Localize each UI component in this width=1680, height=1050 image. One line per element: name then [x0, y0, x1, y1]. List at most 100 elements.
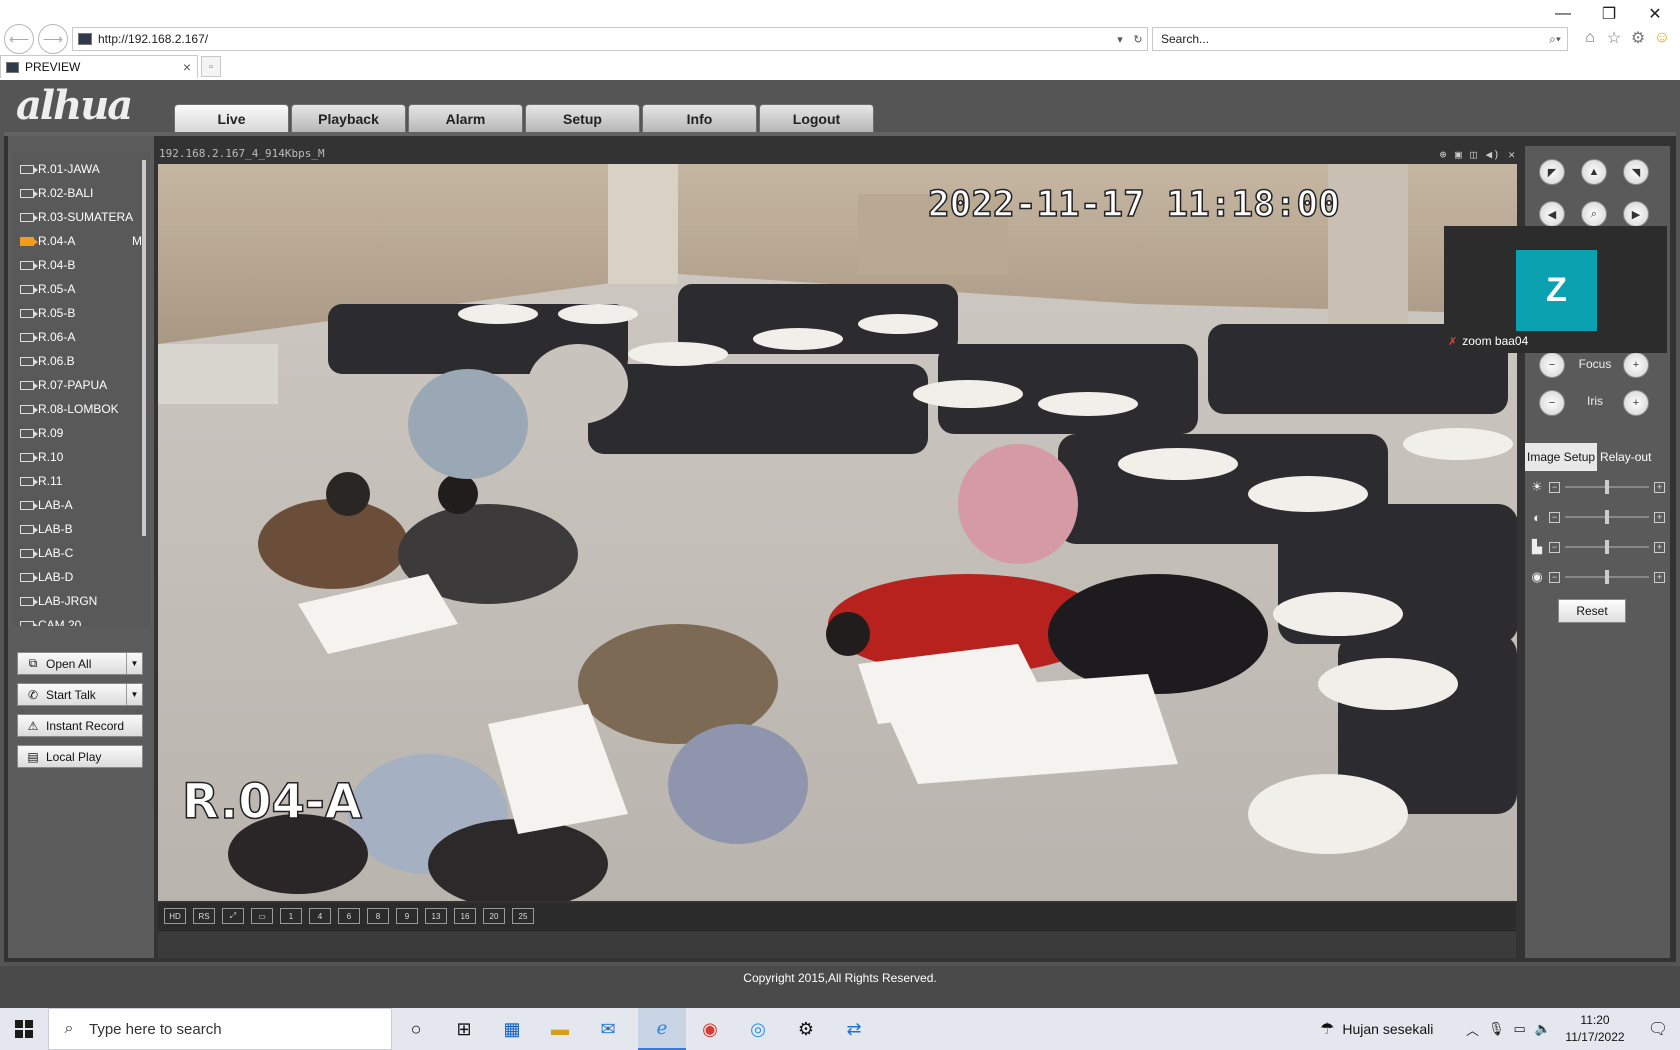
- channel-item[interactable]: R.09: [20, 423, 142, 443]
- chevron-up-icon[interactable]: ︿: [1466, 1020, 1479, 1039]
- channel-item[interactable]: LAB-D: [20, 567, 142, 587]
- minus-icon[interactable]: −: [1549, 512, 1560, 523]
- channel-item[interactable]: LAB-A: [20, 495, 142, 515]
- channel-item[interactable]: R.03-SUMATERA: [20, 207, 142, 227]
- minus-icon[interactable]: −: [1549, 482, 1560, 493]
- channel-item[interactable]: R.01-JAWA: [20, 159, 142, 179]
- browser-search-placeholder[interactable]: Search...: [1161, 32, 1543, 46]
- ptz-up-right-button[interactable]: ◥: [1623, 159, 1649, 185]
- saturation-slider[interactable]: ▙ − +: [1528, 538, 1668, 556]
- layout-1-button[interactable]: 1: [280, 908, 302, 924]
- back-button[interactable]: ⟵: [4, 24, 34, 54]
- feedback-smiley-icon[interactable]: ☺: [1652, 28, 1672, 48]
- browser-search-box[interactable]: Search... ⌕▾: [1152, 27, 1568, 51]
- start-talk-dropdown-icon[interactable]: ▼: [126, 684, 142, 705]
- slider-thumb[interactable]: [1605, 510, 1609, 524]
- brightness-slider[interactable]: ☀ − +: [1528, 478, 1668, 496]
- zoom-icon[interactable]: ◎: [734, 1008, 782, 1050]
- hue-slider[interactable]: ◉ − +: [1528, 568, 1668, 586]
- channel-item[interactable]: R.05-B: [20, 303, 142, 323]
- taskbar-search[interactable]: ⌕ Type here to search: [48, 1008, 392, 1050]
- cortana-icon[interactable]: ○: [392, 1008, 440, 1050]
- plus-icon[interactable]: +: [1654, 482, 1665, 493]
- taskbar-clock[interactable]: 11:20 11/17/2022: [1560, 1012, 1630, 1046]
- channel-item[interactable]: CAM 20: [20, 615, 142, 626]
- channel-item[interactable]: LAB-C: [20, 543, 142, 563]
- mail-icon[interactable]: ✉: [584, 1008, 632, 1050]
- channel-list-scrollbar[interactable]: [142, 160, 146, 536]
- fullscreen-button[interactable]: ⤢: [222, 908, 244, 924]
- ptz-left-button[interactable]: ◀: [1539, 201, 1565, 227]
- start-button[interactable]: [0, 1008, 48, 1050]
- channel-item[interactable]: R.06-A: [20, 327, 142, 347]
- channel-item[interactable]: R.07-PAPUA: [20, 375, 142, 395]
- layout-6-button[interactable]: 6: [338, 908, 360, 924]
- contrast-slider[interactable]: ◐ − +: [1528, 508, 1668, 526]
- channel-item-active[interactable]: R.04-AM: [20, 231, 142, 251]
- tab-live[interactable]: Live: [174, 104, 289, 134]
- ptz-right-button[interactable]: ▶: [1623, 201, 1649, 227]
- weather-widget[interactable]: ☂ Hujan sesekali: [1320, 1008, 1433, 1050]
- plus-icon[interactable]: +: [1654, 512, 1665, 523]
- task-view-icon[interactable]: ⊞: [440, 1008, 488, 1050]
- iris-minus-button[interactable]: −: [1539, 390, 1565, 416]
- layout-9-button[interactable]: 9: [396, 908, 418, 924]
- layout-wide-button[interactable]: ▭: [251, 908, 273, 924]
- notification-icon[interactable]: 🗨: [1636, 1008, 1680, 1050]
- volume-icon[interactable]: 🔈: [1535, 1021, 1551, 1037]
- taskbar-search-placeholder[interactable]: Type here to search: [89, 1021, 222, 1038]
- instant-record-button[interactable]: ⚠ Instant Record: [17, 714, 143, 737]
- channel-item[interactable]: R.04-B: [20, 255, 142, 275]
- restore-button[interactable]: ❐: [1586, 2, 1632, 26]
- zoom-participant-overlay[interactable]: Z ✗ zoom baa04: [1444, 226, 1667, 353]
- layout-16-button[interactable]: 16: [454, 908, 476, 924]
- layout-4-button[interactable]: 4: [309, 908, 331, 924]
- tab-close-icon[interactable]: ×: [177, 59, 197, 75]
- microphone-icon[interactable]: 🎙: [1488, 1021, 1505, 1037]
- minimize-button[interactable]: —: [1540, 2, 1586, 26]
- plus-icon[interactable]: +: [1654, 542, 1665, 553]
- start-talk-button[interactable]: ✆ Start Talk ▼: [17, 683, 143, 706]
- slider-thumb[interactable]: [1605, 480, 1609, 494]
- slider-thumb[interactable]: [1605, 570, 1609, 584]
- slider-track[interactable]: [1565, 516, 1649, 518]
- layout-20-button[interactable]: 20: [483, 908, 505, 924]
- open-all-button[interactable]: ⧉ Open All ▼: [17, 652, 143, 675]
- tab-info[interactable]: Info: [642, 104, 757, 134]
- tab-alarm[interactable]: Alarm: [408, 104, 523, 134]
- browser-tab-preview[interactable]: PREVIEW ×: [0, 55, 198, 78]
- network-icon[interactable]: ▭: [1514, 1021, 1526, 1037]
- channel-item[interactable]: R.05-A: [20, 279, 142, 299]
- settings-gear-icon[interactable]: ⚙: [782, 1008, 830, 1050]
- tab-setup[interactable]: Setup: [525, 104, 640, 134]
- local-play-button[interactable]: ▤ Local Play: [17, 745, 143, 768]
- minus-icon[interactable]: −: [1549, 572, 1560, 583]
- favorites-star-icon[interactable]: ☆: [1604, 28, 1624, 48]
- store-icon[interactable]: ▦: [488, 1008, 536, 1050]
- channel-item[interactable]: LAB-JRGN: [20, 591, 142, 611]
- layout-13-button[interactable]: 13: [425, 908, 447, 924]
- layout-rs-button[interactable]: RS: [193, 908, 215, 924]
- ptz-up-left-button[interactable]: ◤: [1539, 159, 1565, 185]
- teamviewer-icon[interactable]: ⇄: [830, 1008, 878, 1050]
- tab-image-setup[interactable]: Image Setup: [1525, 443, 1597, 471]
- layout-8-button[interactable]: 8: [367, 908, 389, 924]
- layout-hd-button[interactable]: HD: [164, 908, 186, 924]
- refresh-icon[interactable]: ↻: [1129, 33, 1147, 46]
- file-explorer-icon[interactable]: ▬: [536, 1008, 584, 1050]
- channel-item[interactable]: R.08-LOMBOK: [20, 399, 142, 419]
- ptz-up-button[interactable]: ▲: [1581, 159, 1607, 185]
- video-toolbar-icons[interactable]: ⊕ ▣ ◫ ◀) ✕: [1440, 148, 1516, 161]
- iris-plus-button[interactable]: +: [1623, 390, 1649, 416]
- forward-button[interactable]: ⟶: [38, 24, 68, 54]
- ptz-zoom-area-button[interactable]: ⌕: [1581, 201, 1607, 227]
- minus-icon[interactable]: −: [1549, 542, 1560, 553]
- address-bar[interactable]: http://192.168.2.167/ ▾ ↻: [72, 27, 1148, 51]
- slider-thumb[interactable]: [1605, 540, 1609, 554]
- internet-explorer-icon[interactable]: ℯ: [638, 1008, 686, 1050]
- channel-item[interactable]: R.02-BALI: [20, 183, 142, 203]
- focus-minus-button[interactable]: −: [1539, 352, 1565, 378]
- plus-icon[interactable]: +: [1654, 572, 1665, 583]
- search-icon[interactable]: ⌕▾: [1543, 32, 1567, 47]
- focus-plus-button[interactable]: +: [1623, 352, 1649, 378]
